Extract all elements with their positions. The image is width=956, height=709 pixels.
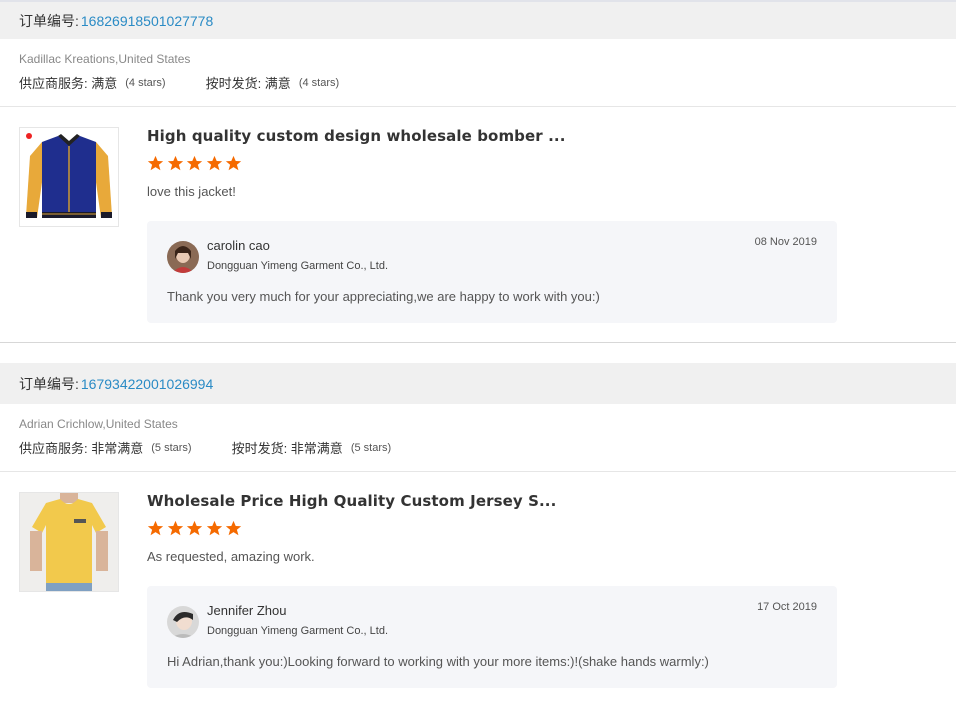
order-card: 订单编号: 16826918501027778 Kadillac Kreatio… bbox=[0, 0, 956, 342]
star-rating bbox=[147, 155, 245, 172]
tshirt-image bbox=[20, 493, 118, 591]
star-icon bbox=[186, 155, 203, 171]
order-header: 订单编号: 16793422001026994 bbox=[0, 363, 956, 404]
buyer-comment: As requested, amazing work. bbox=[147, 549, 315, 564]
product-title[interactable]: High quality custom design wholesale bom… bbox=[147, 127, 566, 145]
order-number-link[interactable]: 16793422001026994 bbox=[81, 376, 213, 392]
star-icon bbox=[225, 155, 242, 171]
supplier-service-label: 供应商服务: 非常满意 bbox=[19, 441, 144, 456]
buyer-comment: love this jacket! bbox=[147, 184, 236, 199]
buyer-info: Adrian Crichlow,United States 供应商服务: 非常满… bbox=[0, 404, 956, 472]
star-icon bbox=[167, 520, 183, 536]
shipping-stars: (4 stars) bbox=[298, 76, 340, 89]
star-icon bbox=[186, 520, 203, 536]
order-header: 订单编号: 16826918501027778 bbox=[0, 0, 956, 39]
shipping-rating: 按时发货: 满意 (4 stars) bbox=[206, 73, 340, 92]
review-item: Wholesale Price High Quality Custom Jers… bbox=[0, 472, 956, 707]
order-number-label: 订单编号: bbox=[19, 375, 79, 392]
supplier-reply: carolin cao Dongguan Yimeng Garment Co.,… bbox=[147, 221, 837, 323]
supplier-service-rating: 供应商服务: 满意 (4 stars) bbox=[19, 73, 166, 92]
shipping-label: 按时发货: 非常满意 bbox=[231, 441, 343, 456]
supplier-service-rating: 供应商服务: 非常满意 (5 stars) bbox=[19, 438, 192, 457]
reply-date: 17 Oct 2019 bbox=[757, 601, 817, 613]
order-number-link[interactable]: 16826918501027778 bbox=[81, 13, 213, 29]
star-icon bbox=[167, 155, 183, 171]
reply-text: Thank you very much for your appreciatin… bbox=[167, 289, 600, 304]
service-ratings: 供应商服务: 满意 (4 stars) 按时发货: 满意 (4 stars) bbox=[19, 73, 937, 92]
order-number-label: 订单编号: bbox=[19, 12, 79, 29]
supplier-service-stars: (4 stars) bbox=[125, 76, 166, 89]
shipping-rating: 按时发货: 非常满意 (5 stars) bbox=[232, 438, 392, 457]
star-icon bbox=[225, 520, 242, 536]
product-title[interactable]: Wholesale Price High Quality Custom Jers… bbox=[147, 492, 556, 510]
avatar bbox=[167, 606, 199, 638]
reply-date: 08 Nov 2019 bbox=[754, 236, 817, 248]
star-rating bbox=[147, 520, 245, 537]
buyer-name: Adrian Crichlow,United States bbox=[19, 417, 178, 431]
supplier-service-label: 供应商服务: 满意 bbox=[19, 76, 118, 91]
star-icon bbox=[147, 155, 164, 171]
jacket-image bbox=[20, 128, 118, 226]
review-item: High quality custom design wholesale bom… bbox=[0, 107, 956, 342]
reply-author-name: carolin cao bbox=[207, 238, 270, 253]
buyer-name: Kadillac Kreations,United States bbox=[19, 52, 191, 66]
buyer-info: Kadillac Kreations,United States 供应商服务: … bbox=[0, 39, 956, 107]
order-divider bbox=[0, 342, 956, 363]
shipping-label: 按时发货: 满意 bbox=[205, 76, 291, 91]
service-ratings: 供应商服务: 非常满意 (5 stars) 按时发货: 非常满意 (5 star… bbox=[19, 438, 937, 457]
order-card: 订单编号: 16793422001026994 Adrian Crichlow,… bbox=[0, 363, 956, 707]
reply-text: Hi Adrian,thank you:)Looking forward to … bbox=[167, 654, 709, 669]
shipping-stars: (5 stars) bbox=[350, 441, 392, 454]
supplier-service-stars: (5 stars) bbox=[151, 441, 192, 454]
reply-company: Dongguan Yimeng Garment Co., Ltd. bbox=[207, 625, 388, 637]
supplier-reply: Jennifer Zhou Dongguan Yimeng Garment Co… bbox=[147, 586, 837, 688]
reply-company: Dongguan Yimeng Garment Co., Ltd. bbox=[207, 260, 388, 272]
star-icon bbox=[206, 155, 222, 171]
star-icon bbox=[147, 520, 164, 536]
product-thumbnail[interactable] bbox=[19, 492, 119, 592]
avatar-image bbox=[167, 241, 199, 273]
reply-author-name: Jennifer Zhou bbox=[207, 603, 287, 618]
product-thumbnail[interactable] bbox=[19, 127, 119, 227]
avatar bbox=[167, 241, 199, 273]
star-icon bbox=[206, 520, 222, 536]
avatar-image bbox=[167, 606, 199, 638]
